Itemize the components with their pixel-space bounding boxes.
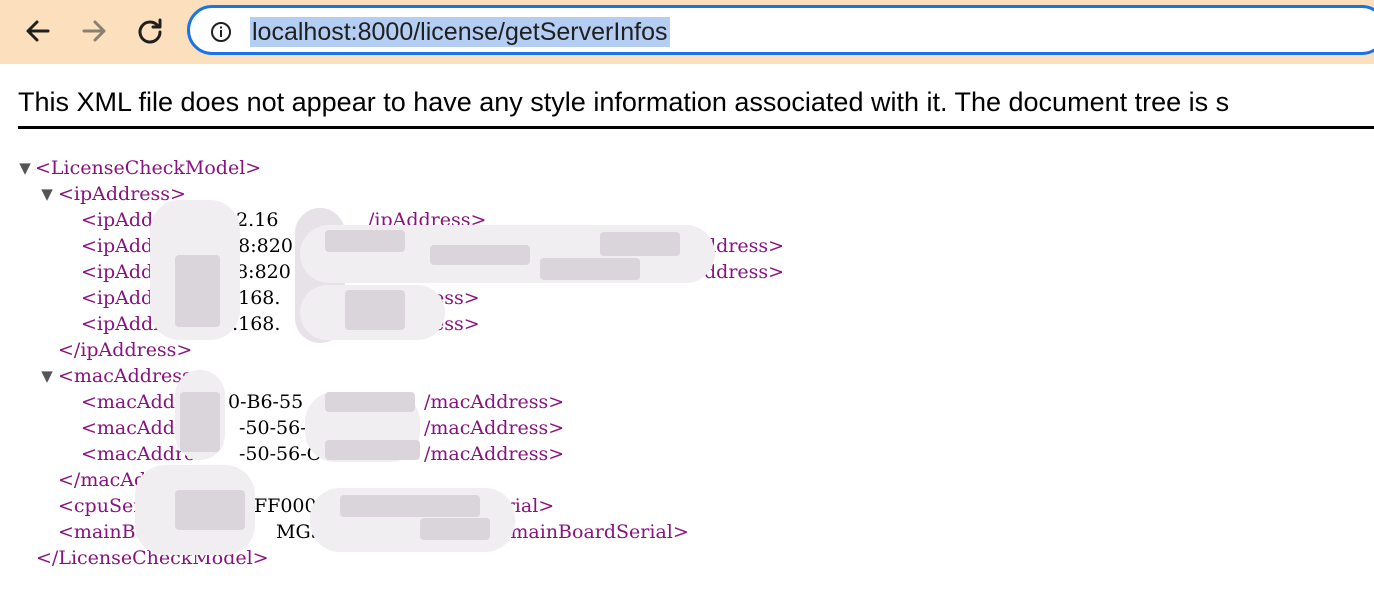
forward-arrow-icon	[82, 20, 106, 42]
info-icon[interactable]	[210, 21, 232, 43]
collapse-triangle-icon[interactable]: ▼	[18, 155, 32, 181]
address-bar[interactable]: localhost:8000/license/getServerInfos	[187, 5, 1374, 55]
collapse-triangle-icon[interactable]: ▼	[40, 181, 54, 207]
reload-icon	[138, 18, 162, 44]
back-arrow-icon	[26, 20, 50, 42]
reload-button[interactable]	[132, 10, 168, 52]
xml-line-ipaddress-close: </ipAddress>	[58, 339, 193, 361]
url-text[interactable]: localhost:8000/license/getServerInfos	[250, 17, 670, 47]
xml-style-notice: This XML file does not appear to have an…	[18, 82, 1374, 129]
xml-line-ip-2: <ipAdd 408:820 ddress>	[81, 235, 785, 257]
collapse-triangle-icon[interactable]: ▼	[40, 363, 54, 389]
forward-button[interactable]	[76, 10, 112, 52]
xml-line-macaddress-close: </macAd	[58, 469, 147, 491]
browser-toolbar: localhost:8000/license/getServerInfos	[0, 0, 1374, 64]
xml-line-cpuserial: <cpuSerBFF000/cpuSerial>	[58, 495, 554, 517]
back-button[interactable]	[20, 10, 56, 52]
